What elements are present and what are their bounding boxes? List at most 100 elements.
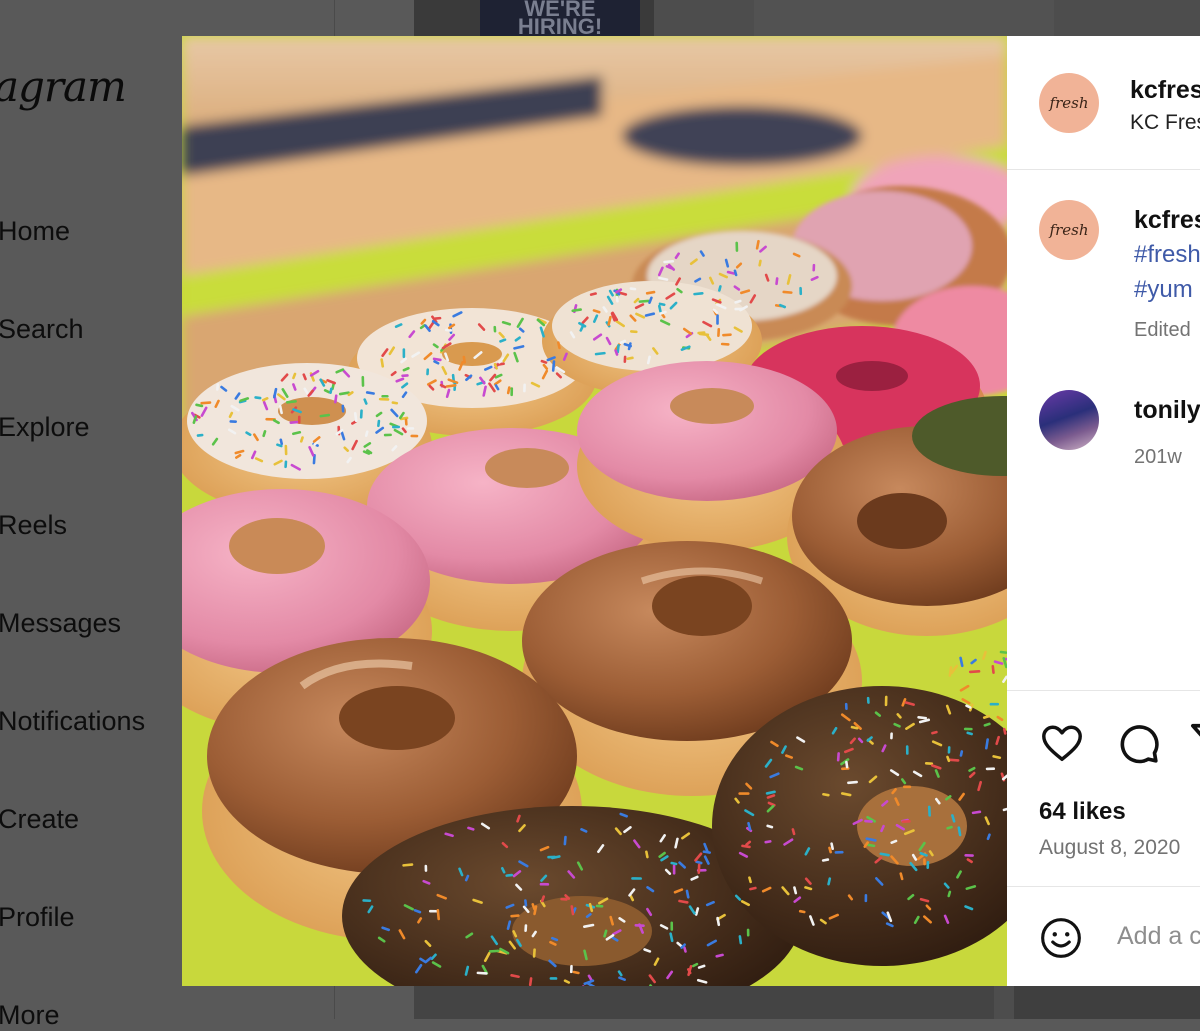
sprinkle <box>968 733 972 734</box>
sprinkle <box>768 826 772 827</box>
sprinkle <box>584 925 593 927</box>
sprinkle <box>393 403 397 404</box>
sprinkle <box>438 910 439 919</box>
add-comment-input[interactable] <box>1115 921 1200 952</box>
sprinkle <box>366 432 367 436</box>
emoji-icon[interactable] <box>1039 916 1083 960</box>
sprinkle <box>264 431 265 435</box>
heart-icon[interactable] <box>1039 720 1085 766</box>
sprinkle <box>565 837 566 844</box>
sprinkle <box>748 823 750 829</box>
sprinkle <box>687 891 688 897</box>
sprinkle <box>760 261 761 265</box>
sprinkle <box>512 916 519 917</box>
donuts-photo-icon <box>182 36 1007 986</box>
hashtag-link[interactable]: #yum <box>1134 276 1193 304</box>
sprinkle <box>495 364 497 368</box>
sprinkle <box>993 666 994 672</box>
sprinkle <box>660 304 664 305</box>
sprinkle <box>780 305 784 307</box>
sprinkle <box>950 760 958 761</box>
sprinkle <box>848 782 856 783</box>
sprinkle <box>684 948 685 952</box>
sprinkle <box>695 293 703 294</box>
commenter-avatar[interactable] <box>1039 390 1099 450</box>
sprinkle <box>852 727 857 728</box>
sprinkle <box>693 964 697 966</box>
sprinkle <box>468 828 473 830</box>
sprinkle <box>415 910 420 912</box>
likes-count[interactable]: 64 likes <box>1039 798 1126 826</box>
sprinkle <box>404 368 408 370</box>
sprinkle <box>594 310 599 312</box>
sprinkle <box>650 298 652 303</box>
sprinkle <box>631 289 635 290</box>
commenter-username[interactable]: tonily <box>1134 396 1200 425</box>
sprinkle <box>507 875 512 876</box>
comment-icon[interactable] <box>1115 720 1161 766</box>
sprinkle <box>766 841 771 842</box>
sprinkle <box>325 390 329 392</box>
sprinkle <box>829 879 830 885</box>
post-header: fresh kcfres KC Fres <box>1007 36 1200 170</box>
sprinkle <box>617 297 618 301</box>
sprinkle <box>484 387 486 396</box>
post-photo[interactable] <box>182 36 1007 986</box>
sprinkle <box>591 294 595 295</box>
comment-age: 201w <box>1134 446 1182 469</box>
nav-item-reels: Reels <box>0 510 67 541</box>
sprinkle <box>197 405 202 406</box>
sprinkle <box>573 310 581 311</box>
author-username[interactable]: kcfres <box>1130 76 1200 105</box>
sprinkle <box>846 762 847 767</box>
sprinkle <box>434 359 440 360</box>
sprinkle <box>466 967 468 975</box>
sprinkle <box>742 846 749 847</box>
sprinkle <box>699 333 705 334</box>
sprinkle <box>949 892 950 896</box>
background-hiring-sign: WE'RE HIRING! <box>480 0 640 36</box>
sprinkle <box>466 876 468 880</box>
sprinkle <box>767 792 775 794</box>
sprinkle <box>378 421 379 426</box>
sprinkle <box>565 981 569 983</box>
sprinkle <box>832 844 833 849</box>
share-icon[interactable] <box>1189 720 1200 766</box>
sprinkle <box>277 445 281 446</box>
sprinkle <box>590 904 592 910</box>
sprinkle <box>321 415 329 416</box>
sprinkle <box>382 360 383 367</box>
author-avatar[interactable]: fresh <box>1039 73 1099 133</box>
sprinkle <box>274 389 276 397</box>
sprinkle <box>777 278 778 283</box>
sprinkle <box>868 845 874 846</box>
sprinkle <box>749 878 750 882</box>
sprinkle <box>676 839 678 847</box>
caption-username[interactable]: kcfres <box>1134 206 1200 235</box>
caption-avatar[interactable]: fresh <box>1039 200 1099 260</box>
sprinkle <box>293 374 295 378</box>
sprinkle <box>552 938 557 940</box>
sprinkle <box>596 353 604 354</box>
sprinkle <box>501 340 505 342</box>
sprinkle <box>280 406 281 413</box>
sprinkle <box>735 271 736 275</box>
sprinkle <box>478 973 486 974</box>
sprinkle <box>671 934 673 941</box>
sprinkle <box>404 865 412 866</box>
sprinkle <box>784 292 792 293</box>
sprinkle <box>881 854 889 855</box>
sprinkle <box>464 357 465 362</box>
sprinkle <box>659 278 667 280</box>
sprinkle <box>574 972 579 973</box>
sprinkle <box>970 671 979 672</box>
sprinkle <box>616 351 617 355</box>
hashtag-link[interactable]: #fresh <box>1134 241 1200 269</box>
edited-label: Edited <box>1134 319 1191 342</box>
sprinkle <box>661 312 666 314</box>
sprinkle <box>618 345 619 352</box>
sprinkle <box>609 317 611 325</box>
sprinkle <box>805 887 811 889</box>
sprinkle <box>605 931 607 936</box>
sprinkle <box>696 909 698 915</box>
